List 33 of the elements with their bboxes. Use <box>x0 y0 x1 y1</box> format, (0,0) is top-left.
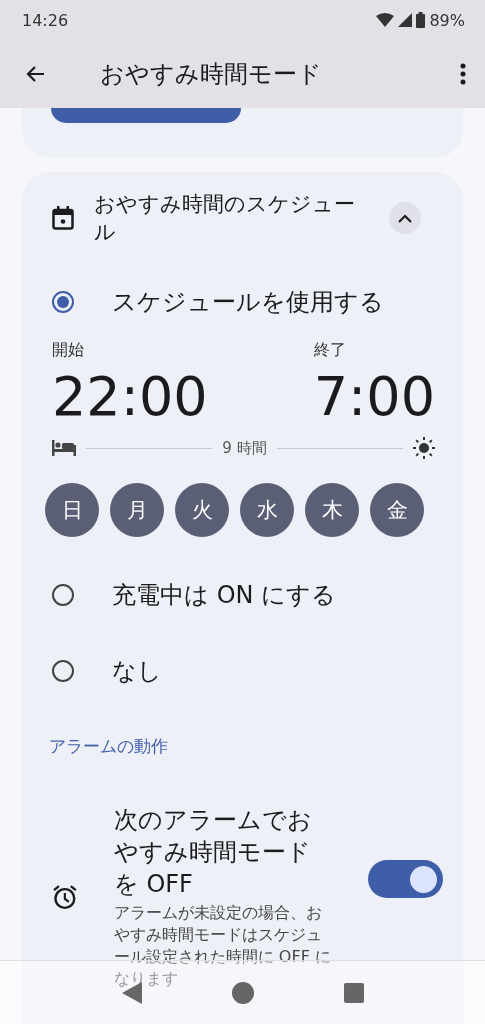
battery-icon <box>416 12 426 28</box>
more-menu-button[interactable] <box>459 62 467 86</box>
day-toggle[interactable]: 日 <box>45 483 99 537</box>
chevron-icon <box>398 213 412 223</box>
page-title: おやすみ時間モード <box>100 59 323 90</box>
battery-level: 89% <box>429 10 465 30</box>
wifi-icon <box>376 13 395 27</box>
signal-icon <box>398 13 413 27</box>
section-header: アラームの動作 <box>49 735 169 758</box>
start-label: 開始 <box>52 340 85 361</box>
bed-icon <box>52 440 76 456</box>
radio-option[interactable]: なし <box>52 633 162 709</box>
end-label: 終了 <box>313 340 347 361</box>
day-toggle[interactable]: 金 <box>370 483 424 537</box>
sun-icon <box>413 437 435 459</box>
status-time: 14:26 <box>22 10 69 30</box>
calendar-icon <box>52 206 74 230</box>
day-toggle[interactable]: 月 <box>110 483 164 537</box>
day-toggle[interactable]: 水 <box>240 483 294 537</box>
day-toggle[interactable]: 火 <box>175 483 229 537</box>
toggle-switch[interactable] <box>367 860 443 898</box>
alarm-clock-icon <box>52 884 78 910</box>
radio-option[interactable]: 充電中は ON にする <box>52 557 337 633</box>
collapse-button[interactable] <box>389 202 421 234</box>
schedule-title: おやすみ時間のスケジュール <box>94 191 356 246</box>
home-button[interactable] <box>231 981 254 1004</box>
end-time[interactable]: 7:00 <box>313 361 435 433</box>
duration-text: 9 時間 <box>222 438 267 458</box>
alarm-setting-title: 次のアラームでおやすみ時間モードを OFF <box>113 805 313 900</box>
start-time[interactable]: 22:00 <box>52 361 208 433</box>
day-toggle[interactable]: 木 <box>305 483 359 537</box>
action-button[interactable] <box>51 108 241 123</box>
radio-option[interactable]: スケジュールを使用する <box>52 264 384 340</box>
